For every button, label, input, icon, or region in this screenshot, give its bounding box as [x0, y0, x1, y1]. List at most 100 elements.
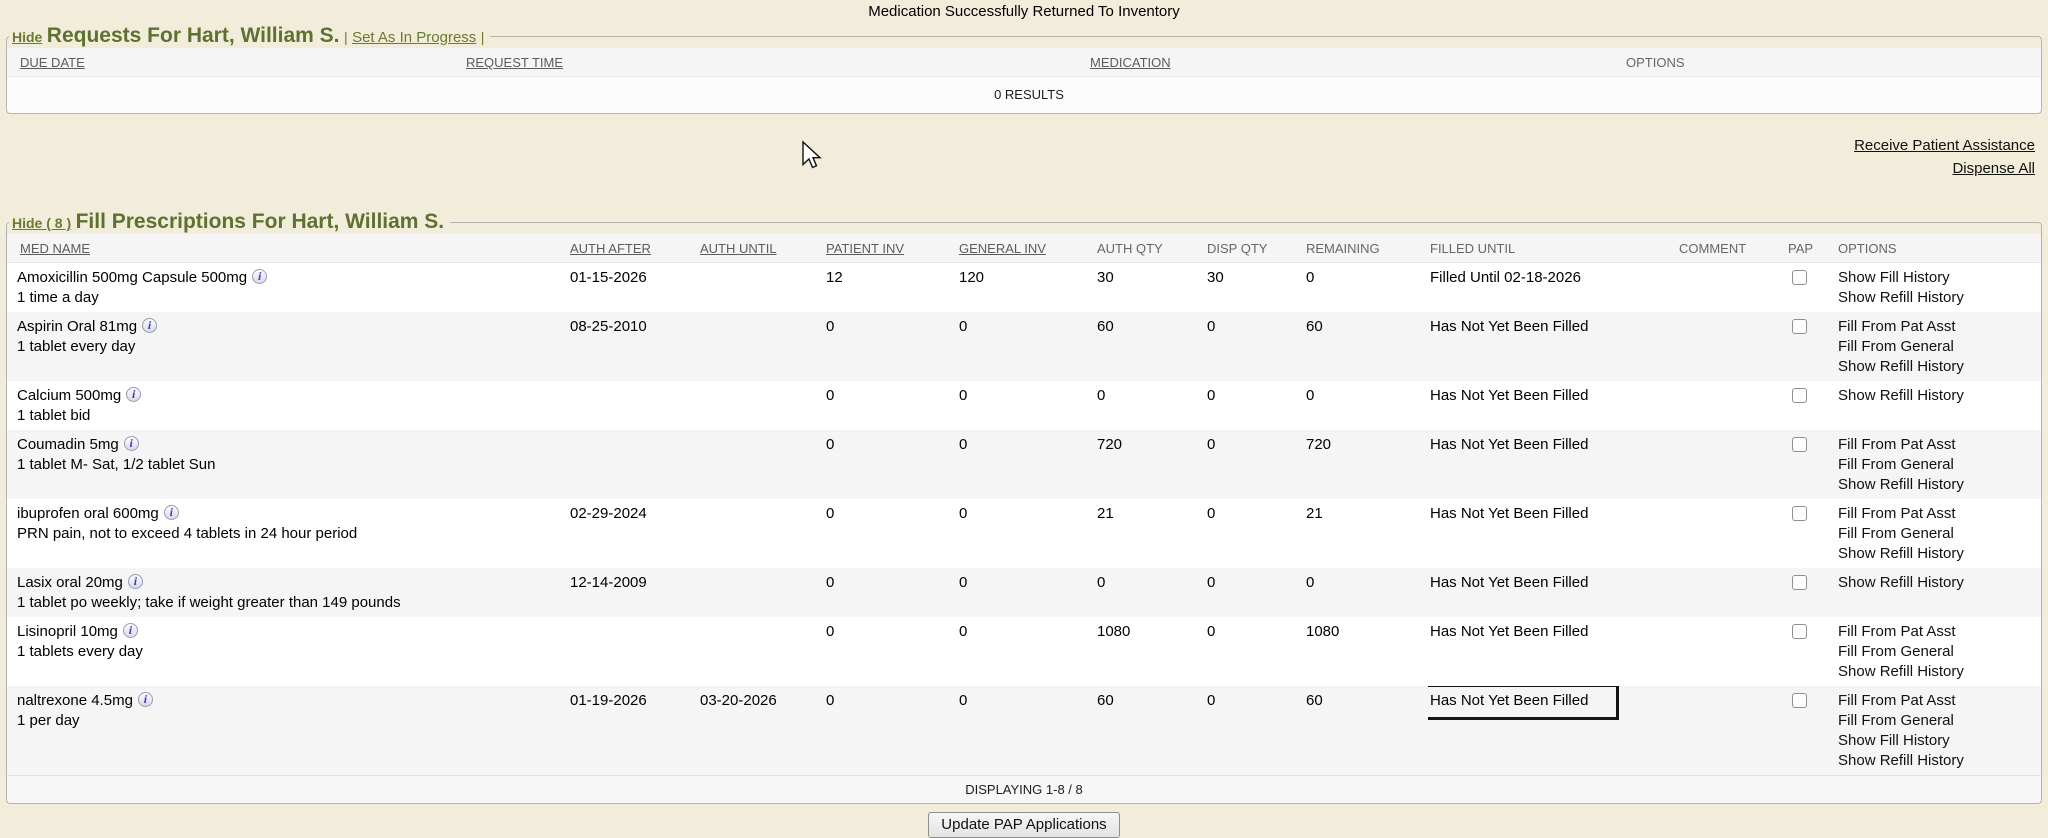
auth-after-cell	[568, 430, 698, 499]
med-name: ibuprofen oral 600mgi	[17, 504, 568, 524]
column-header-comment: COMMENT	[1677, 234, 1786, 263]
auth-until-cell	[698, 263, 824, 313]
column-header-general-inv[interactable]: GENERAL INV	[957, 234, 1095, 263]
hide-fill-prescriptions-link[interactable]: Hide ( 8 )	[12, 215, 71, 231]
option-link-fill-from-pat-asst[interactable]: Fill From Pat Asst	[1838, 691, 2041, 711]
info-icon[interactable]: i	[128, 574, 143, 589]
column-header-due-date[interactable]: DUE DATE	[7, 48, 464, 77]
info-icon[interactable]: i	[126, 387, 141, 402]
column-header-patient-inv[interactable]: PATIENT INV	[824, 234, 957, 263]
pap-checkbox[interactable]	[1792, 506, 1807, 521]
option-link-show-refill-history[interactable]: Show Refill History	[1838, 475, 2041, 495]
remaining-cell: 0	[1304, 381, 1428, 430]
option-link-show-refill-history[interactable]: Show Refill History	[1838, 751, 2041, 771]
comment-cell	[1677, 263, 1786, 313]
pap-checkbox[interactable]	[1792, 437, 1807, 452]
med-name: Calcium 500mgi	[17, 386, 568, 406]
auth-qty-cell: 60	[1095, 686, 1205, 776]
disp-qty-cell: 0	[1205, 499, 1304, 568]
pap-checkbox[interactable]	[1792, 388, 1807, 403]
info-icon[interactable]: i	[142, 318, 157, 333]
info-icon[interactable]: i	[138, 692, 153, 707]
patient-inv-cell: 0	[824, 686, 957, 776]
pap-checkbox[interactable]	[1792, 624, 1807, 639]
prescription-row-calcium-500mg: Calcium 500mgi1 tablet bid00000Has Not Y…	[7, 381, 2041, 430]
option-link-fill-from-general[interactable]: Fill From General	[1838, 455, 2041, 475]
disp-qty-cell: 0	[1205, 686, 1304, 776]
info-icon[interactable]: i	[124, 436, 139, 451]
option-link-fill-from-general[interactable]: Fill From General	[1838, 711, 2041, 731]
filled-until-status: Has Not Yet Been Filled	[1430, 505, 1588, 522]
pap-checkbox[interactable]	[1792, 575, 1807, 590]
option-link-show-fill-history[interactable]: Show Fill History	[1838, 731, 2041, 751]
patient-inv-cell: 0	[824, 430, 957, 499]
general-inv-cell: 0	[957, 686, 1095, 776]
update-pap-applications-button[interactable]: Update PAP Applications	[928, 812, 1119, 838]
column-header-medication[interactable]: MEDICATION	[1088, 48, 1624, 77]
option-link-fill-from-general[interactable]: Fill From General	[1838, 337, 2041, 357]
dispense-all-link[interactable]: Dispense All	[0, 157, 2035, 180]
comment-cell	[1677, 568, 1786, 617]
column-header-pap: PAP	[1786, 234, 1836, 263]
remaining-cell: 0	[1304, 263, 1428, 313]
option-link-show-fill-history[interactable]: Show Fill History	[1838, 268, 2041, 288]
auth-after-cell: 02-29-2024	[568, 499, 698, 568]
option-link-fill-from-pat-asst[interactable]: Fill From Pat Asst	[1838, 622, 2041, 642]
status-message: Medication Successfully Returned To Inve…	[0, 0, 2048, 24]
auth-after-cell: 01-15-2026	[568, 263, 698, 313]
option-link-fill-from-pat-asst[interactable]: Fill From Pat Asst	[1838, 504, 2041, 524]
option-link-show-refill-history[interactable]: Show Refill History	[1838, 288, 2041, 308]
auth-qty-cell: 1080	[1095, 617, 1205, 686]
option-link-fill-from-general[interactable]: Fill From General	[1838, 642, 2041, 662]
requests-table-header-row: DUE DATEREQUEST TIMEMEDICATIONOPTIONS	[7, 48, 2041, 77]
set-as-in-progress-link[interactable]: Set As In Progress	[352, 29, 476, 46]
comment-cell	[1677, 499, 1786, 568]
auth-qty-cell: 30	[1095, 263, 1205, 313]
med-sig: 1 tablet bid	[17, 406, 568, 426]
column-header-options: OPTIONS	[1624, 48, 2041, 77]
hide-requests-link[interactable]: Hide	[12, 29, 42, 45]
option-link-fill-from-pat-asst[interactable]: Fill From Pat Asst	[1838, 317, 2041, 337]
general-inv-cell: 120	[957, 263, 1095, 313]
paging-text: DISPLAYING 1-8 / 8	[7, 776, 2041, 804]
remaining-cell: 0	[1304, 568, 1428, 617]
filled-until-status: Has Not Yet Been Filled	[1430, 623, 1588, 640]
auth-after-cell	[568, 617, 698, 686]
legend-separator: |	[344, 29, 348, 45]
column-header-auth-until[interactable]: AUTH UNTIL	[698, 234, 824, 263]
requests-section: Hide Requests For Hart, William S. | Set…	[6, 24, 2042, 114]
auth-after-cell: 08-25-2010	[568, 312, 698, 381]
option-link-show-refill-history[interactable]: Show Refill History	[1838, 662, 2041, 682]
med-name-text: Aspirin Oral 81mg	[17, 318, 137, 335]
fill-prescriptions-table: MED NAMEAUTH AFTERAUTH UNTILPATIENT INVG…	[7, 234, 2041, 803]
auth-qty-cell: 0	[1095, 381, 1205, 430]
option-link-fill-from-pat-asst[interactable]: Fill From Pat Asst	[1838, 435, 2041, 455]
info-icon[interactable]: i	[123, 623, 138, 638]
med-name: Coumadin 5mgi	[17, 435, 568, 455]
med-name: Amoxicillin 500mg Capsule 500mgi	[17, 268, 568, 288]
column-header-auth-after[interactable]: AUTH AFTER	[568, 234, 698, 263]
remaining-cell: 1080	[1304, 617, 1428, 686]
auth-after-cell: 12-14-2009	[568, 568, 698, 617]
column-header-med-name[interactable]: MED NAME	[7, 234, 568, 263]
pap-checkbox[interactable]	[1792, 319, 1807, 334]
disp-qty-cell: 30	[1205, 263, 1304, 313]
pap-checkbox[interactable]	[1792, 693, 1807, 708]
option-link-show-refill-history[interactable]: Show Refill History	[1838, 544, 2041, 564]
remaining-cell: 60	[1304, 312, 1428, 381]
med-sig: PRN pain, not to exceed 4 tablets in 24 …	[17, 524, 568, 544]
option-link-show-refill-history[interactable]: Show Refill History	[1838, 386, 2041, 406]
option-link-show-refill-history[interactable]: Show Refill History	[1838, 357, 2041, 377]
column-header-remaining: REMAINING	[1304, 234, 1428, 263]
filled-until-status: Has Not Yet Been Filled	[1430, 387, 1588, 404]
pap-checkbox[interactable]	[1792, 270, 1807, 285]
auth-qty-cell: 720	[1095, 430, 1205, 499]
receive-patient-assistance-link[interactable]: Receive Patient Assistance	[0, 134, 2035, 157]
options-cell: Fill From Pat AsstFill From GeneralShow …	[1836, 617, 2041, 686]
info-icon[interactable]: i	[252, 269, 267, 284]
info-icon[interactable]: i	[164, 505, 179, 520]
option-link-fill-from-general[interactable]: Fill From General	[1838, 524, 2041, 544]
fill-section-title: Fill Prescriptions For Hart, William S.	[76, 210, 445, 233]
column-header-request-time[interactable]: REQUEST TIME	[464, 48, 1088, 77]
option-link-show-refill-history[interactable]: Show Refill History	[1838, 573, 2041, 593]
